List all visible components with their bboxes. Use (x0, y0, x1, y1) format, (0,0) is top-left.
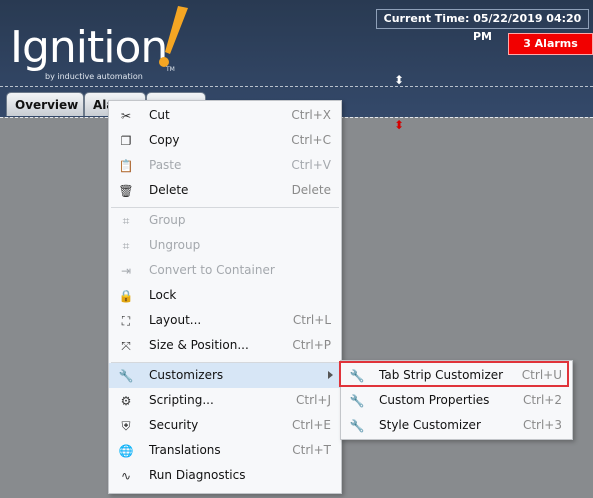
current-time-label: Current Time: 05/22/2019 04:20 PM (376, 9, 589, 43)
group-icon: ⌗ (122, 214, 130, 228)
logo: Ignition (10, 22, 168, 73)
menu-item-label: Copy (149, 133, 180, 147)
submenu-item-shortcut: Ctrl+3 (522, 418, 562, 432)
logo-text: Ignition (10, 22, 168, 73)
menu-item-shortcut: Ctrl+P (292, 338, 331, 352)
submenu-item-custom-properties[interactable]: 🔧 Custom Properties Ctrl+2 (341, 388, 572, 413)
menu-item-label: Run Diagnostics (149, 468, 246, 482)
menu-item-label: Convert to Container (149, 263, 275, 277)
menu-item-label: Lock (149, 288, 177, 302)
scissors-icon: ✂ (120, 109, 132, 123)
paste-icon: 📋 (118, 159, 134, 173)
submenu-arrow-icon (328, 371, 333, 379)
resize-handle-red-icon[interactable]: ⬍ (394, 118, 404, 132)
menu-item-lock[interactable]: 🔒 Lock (109, 283, 341, 308)
submenu-item-shortcut: Ctrl+2 (522, 393, 562, 407)
menu-item-label: Layout... (149, 313, 202, 327)
menu-item-group: ⌗ Group (109, 208, 341, 233)
menu-item-shortcut: Ctrl+E (292, 418, 331, 432)
menu-item-copy[interactable]: ❐ Copy Ctrl+C (109, 128, 341, 153)
menu-item-paste: 📋 Paste Ctrl+V (109, 153, 341, 178)
script-icon: ⚙ (120, 394, 132, 408)
wrench-icon: 🔧 (118, 369, 134, 383)
menu-item-shortcut: Ctrl+T (292, 443, 331, 457)
menu-item-convert-to-container: ⇥ Convert to Container (109, 258, 341, 283)
menu-item-label: Security (149, 418, 199, 432)
menu-item-ungroup: ⌗ Ungroup (109, 233, 341, 258)
lock-icon: 🔒 (118, 289, 134, 303)
menu-item-delete[interactable]: 🗑 Delete Delete (109, 178, 341, 203)
trash-icon: 🗑 (118, 184, 134, 198)
menu-item-label: Translations (149, 443, 221, 457)
menu-item-security[interactable]: ⛨ Security Ctrl+E (109, 413, 341, 438)
wrench-icon: 🔧 (349, 394, 365, 408)
submenu-item-label: Custom Properties (379, 393, 490, 407)
resize-handle-icon[interactable]: ⬍ (394, 73, 404, 87)
menu-item-label: Paste (149, 158, 182, 172)
alarm-count-button[interactable]: 3 Alarms (508, 33, 593, 55)
submenu-item-style-customizer[interactable]: 🔧 Style Customizer Ctrl+3 (341, 413, 572, 438)
size-position-icon: ⤧ (121, 339, 131, 353)
wrench-icon: 🔧 (349, 419, 365, 433)
menu-item-label: Customizers (149, 368, 224, 382)
menu-item-label: Cut (149, 108, 170, 122)
menu-item-customizers[interactable]: 🔧 Customizers (109, 363, 341, 388)
menu-item-shortcut: Ctrl+C (291, 133, 331, 147)
menu-item-label: Delete (149, 183, 189, 197)
menu-item-cut[interactable]: ✂ Cut Ctrl+X (109, 103, 341, 128)
tab-overview[interactable]: Overview (6, 92, 84, 116)
menu-item-size-position[interactable]: ⤧ Size & Position... Ctrl+P (109, 333, 341, 358)
menu-item-shortcut: Delete (291, 183, 331, 197)
highlight-callout-box (339, 361, 569, 387)
menu-item-run-diagnostics[interactable]: ∿ Run Diagnostics (109, 463, 341, 488)
tab-label: Overview (15, 98, 79, 112)
logo-subtitle: by inductive automation (45, 72, 143, 81)
pulse-icon: ∿ (120, 469, 132, 483)
layout-icon: ⛶ (121, 314, 131, 328)
menu-item-shortcut: Ctrl+X (291, 108, 331, 122)
container-icon: ⇥ (120, 264, 132, 278)
menu-item-shortcut: Ctrl+J (296, 393, 331, 407)
menu-item-shortcut: Ctrl+L (292, 313, 331, 327)
header-bound-guide (0, 86, 593, 87)
logo-trademark: TM (166, 66, 175, 73)
shield-icon: ⛨ (121, 419, 131, 433)
submenu-item-label: Style Customizer (379, 418, 481, 432)
globe-icon: 🌐 (118, 444, 134, 458)
menu-item-scripting[interactable]: ⚙ Scripting... Ctrl+J (109, 388, 341, 413)
copy-icon: ❐ (120, 134, 132, 148)
menu-item-label: Size & Position... (149, 338, 249, 352)
menu-item-label: Ungroup (149, 238, 201, 252)
menu-item-layout[interactable]: ⛶ Layout... Ctrl+L (109, 308, 341, 333)
menu-item-translations[interactable]: 🌐 Translations Ctrl+T (109, 438, 341, 463)
menu-item-label: Scripting... (149, 393, 214, 407)
menu-item-label: Group (149, 213, 186, 227)
ungroup-icon: ⌗ (122, 239, 130, 253)
menu-item-shortcut: Ctrl+V (291, 158, 331, 172)
logo-exclamation-icon (159, 6, 188, 67)
context-menu: ✂ Cut Ctrl+X ❐ Copy Ctrl+C 📋 Paste Ctrl+… (108, 100, 342, 494)
